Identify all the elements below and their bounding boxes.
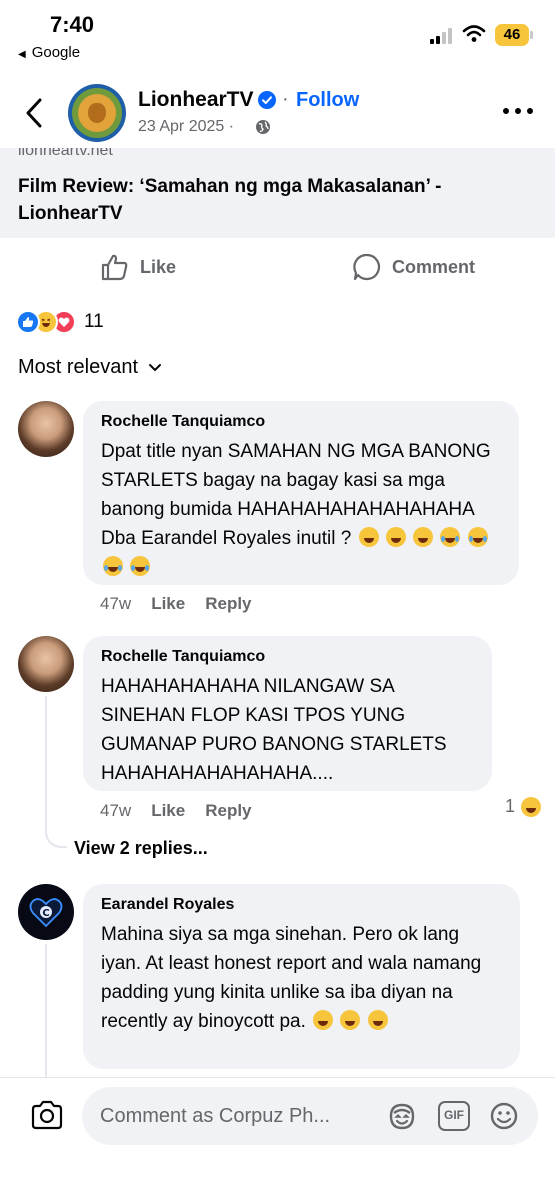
back-to-app-link[interactable]: ◀ Google <box>18 44 80 61</box>
comment-reaction-count[interactable]: 1 <box>505 796 542 817</box>
comment-author[interactable]: Earandel Royales <box>101 896 502 914</box>
lion-logo-icon <box>78 94 116 132</box>
haha-reaction-icon <box>521 796 542 817</box>
thread-line <box>45 944 47 1078</box>
wifi-icon <box>462 25 486 42</box>
comment-timestamp[interactable]: 47w <box>100 594 131 614</box>
follow-button[interactable]: Follow <box>296 89 359 112</box>
link-domain: lionheartv.net <box>18 148 113 159</box>
emoji-picker-icon[interactable] <box>488 1101 520 1131</box>
battery-indicator: 46 <box>495 24 529 46</box>
laughing-emoji-icon <box>313 1010 334 1030</box>
avatar-sticker-icon[interactable] <box>386 1101 418 1131</box>
back-arrow-icon[interactable] <box>22 96 48 130</box>
laughing-emoji-icon <box>340 1010 361 1030</box>
globe-icon <box>256 120 270 134</box>
comment-bubble: Rochelle Tanquiamco HAHAHAHAHAHA NILANGA… <box>83 636 492 791</box>
comment-meta: 47w Like Reply <box>100 594 252 614</box>
comment-meta: 47w Like Reply <box>100 801 252 821</box>
comment-sort-dropdown[interactable]: Most relevant <box>18 356 162 379</box>
post-date-text: 23 Apr 2025 <box>138 118 225 135</box>
more-options-icon[interactable] <box>503 108 535 116</box>
gif-button[interactable]: GIF <box>438 1101 470 1131</box>
verified-badge-icon <box>258 91 276 109</box>
comment-timestamp[interactable]: 47w <box>100 801 131 821</box>
like-button[interactable]: Like <box>100 252 176 282</box>
laughing-emoji-icon <box>358 527 379 547</box>
comment-like-button[interactable]: Like <box>151 594 185 614</box>
cellular-signal-icon <box>430 28 454 44</box>
back-app-label: Google <box>31 44 81 61</box>
comment-bubble: Rochelle Tanquiamco Dpat title nyan SAMA… <box>83 401 519 585</box>
comment-body: HAHAHAHAHAHA NILANGAW SA SINEHAN FLOP KA… <box>101 676 447 784</box>
back-triangle-icon: ◀ <box>18 49 26 60</box>
reaction-count: 11 <box>84 311 104 332</box>
comment-label: Comment <box>392 256 476 277</box>
thread-connector <box>45 812 67 848</box>
reaction-summary[interactable]: 11 <box>16 306 104 338</box>
link-title: Film Review: ‘Samahan ng mga Makasalanan… <box>18 176 442 224</box>
comment-bubble: Earandel Royales Mahina siya sa mga sine… <box>83 884 520 1069</box>
like-label: Like <box>140 256 177 277</box>
page-avatar[interactable] <box>68 84 126 142</box>
tears-of-joy-emoji-icon <box>130 556 151 576</box>
comment-author[interactable]: Rochelle Tanquiamco <box>101 413 501 431</box>
comment-author[interactable]: Rochelle Tanquiamco <box>101 648 474 666</box>
comment-bubble-icon <box>353 253 381 281</box>
chevron-down-icon <box>149 363 162 371</box>
comment-reaction-number: 1 <box>505 796 516 816</box>
date-separator: · <box>228 118 235 135</box>
link-preview-card[interactable]: lionheartv.net Film Review: ‘Samahan ng … <box>0 148 555 238</box>
comment-button[interactable]: Comment <box>352 252 475 282</box>
comment-reply-button[interactable]: Reply <box>205 594 251 614</box>
separator-dot: · <box>282 88 289 110</box>
comment-text: Dpat title nyan SAMAHAN NG MGA BANONG ST… <box>101 437 501 582</box>
view-replies-link[interactable]: View 2 replies... <box>74 838 208 859</box>
post-header: LionhearTV · Follow 23 Apr 2025 · <box>0 78 555 148</box>
avatar[interactable]: C <box>18 884 74 940</box>
battery-cap <box>530 31 533 39</box>
laughing-emoji-icon <box>413 527 434 547</box>
heart-c-logo-icon: C <box>29 898 63 928</box>
avatar[interactable] <box>18 636 74 692</box>
comment-text: Mahina siya sa mga sinehan. Pero ok lang… <box>101 920 502 1036</box>
laughing-emoji-icon <box>367 1010 388 1030</box>
tears-of-joy-emoji-icon <box>440 527 461 547</box>
tears-of-joy-emoji-icon <box>467 527 488 547</box>
clock: 7:40 <box>50 12 95 37</box>
sort-label: Most relevant <box>18 356 139 378</box>
avatar[interactable] <box>18 401 74 457</box>
camera-icon[interactable] <box>30 1100 64 1130</box>
thumbs-up-icon <box>101 254 128 281</box>
laughing-emoji-icon <box>385 527 406 547</box>
post-date: 23 Apr 2025 · <box>138 118 234 136</box>
tears-of-joy-emoji-icon <box>103 556 123 576</box>
thread-line <box>45 696 47 816</box>
comment-composer: GIF <box>0 1077 555 1200</box>
comment-body: Mahina siya sa mga sinehan. Pero ok lang… <box>101 924 482 1032</box>
comment-like-button[interactable]: Like <box>151 801 185 821</box>
status-bar: 7:40 ◀ Google 46 <box>0 0 555 70</box>
comment-reply-button[interactable]: Reply <box>205 801 251 821</box>
like-reaction-icon <box>16 310 40 334</box>
page-name[interactable]: LionhearTV <box>138 88 254 112</box>
post-actions-bar: Like Comment <box>0 240 555 296</box>
svg-text:C: C <box>42 908 49 919</box>
